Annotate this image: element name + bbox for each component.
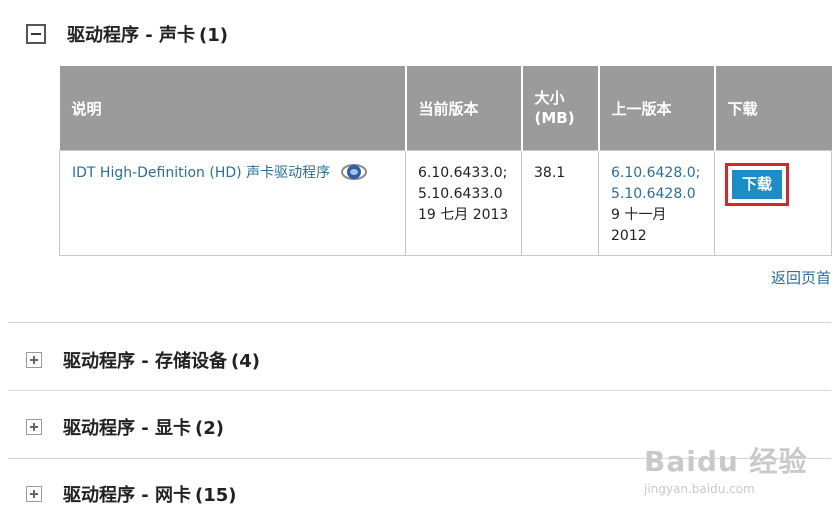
- divider: [8, 322, 831, 323]
- expand-icon[interactable]: [26, 486, 42, 502]
- section-title[interactable]: 驱动程序 - 声卡 (1): [67, 21, 228, 47]
- cell-current-version: 6.10.6433.0; 5.10.6433.0 19 七月 2013: [405, 150, 522, 256]
- expand-icon[interactable]: [26, 419, 42, 435]
- back-to-top-link[interactable]: 返回页首: [771, 267, 831, 288]
- header-current-version: 当前版本: [404, 66, 522, 151]
- driver-name-link[interactable]: IDT High-Definition (HD) 声卡驱动程序: [72, 163, 330, 184]
- section-title[interactable]: 驱动程序 - 显卡 (2): [63, 414, 224, 440]
- table-header-row: 说明 当前版本 大小 (MB) 上一版本 下载: [59, 66, 832, 151]
- header-size: 大小 (MB): [520, 66, 599, 151]
- header-description: 说明: [59, 66, 406, 151]
- section-graphics-header[interactable]: 驱动程序 - 显卡 (2): [26, 414, 224, 440]
- previous-version-link-2[interactable]: 5.10.6428.0: [611, 184, 702, 205]
- section-network-header[interactable]: 驱动程序 - 网卡 (15): [26, 481, 237, 507]
- section-title[interactable]: 驱动程序 - 存储设备 (4): [63, 347, 260, 373]
- section-storage-header[interactable]: 驱动程序 - 存储设备 (4): [26, 347, 260, 373]
- collapse-icon[interactable]: [26, 24, 46, 44]
- divider: [8, 390, 831, 391]
- expand-icon[interactable]: [26, 352, 42, 368]
- section-sound-card-header[interactable]: 驱动程序 - 声卡 (1): [26, 21, 228, 47]
- previous-version-link-1[interactable]: 6.10.6428.0;: [611, 163, 702, 184]
- download-button[interactable]: 下载: [732, 170, 783, 199]
- section-title[interactable]: 驱动程序 - 网卡 (15): [63, 481, 237, 507]
- baidu-watermark: Baidu 经验 jingyan.baidu.com: [644, 445, 808, 496]
- download-highlight: 下载: [725, 163, 790, 206]
- table-row: IDT High-Definition (HD) 声卡驱动程序 6.10.643…: [59, 150, 832, 256]
- internet-explorer-icon: [340, 161, 368, 188]
- cell-size: 38.1: [521, 150, 599, 256]
- header-previous-version: 上一版本: [597, 66, 715, 151]
- driver-table: 说明 当前版本 大小 (MB) 上一版本 下载 IDT High-Definit…: [59, 66, 832, 256]
- cell-download: 下载: [714, 150, 832, 256]
- header-download: 下载: [713, 66, 832, 151]
- cell-description: IDT High-Definition (HD) 声卡驱动程序: [59, 150, 406, 256]
- cell-previous-version: 6.10.6428.0; 5.10.6428.0 9 十一月 2012: [598, 150, 715, 256]
